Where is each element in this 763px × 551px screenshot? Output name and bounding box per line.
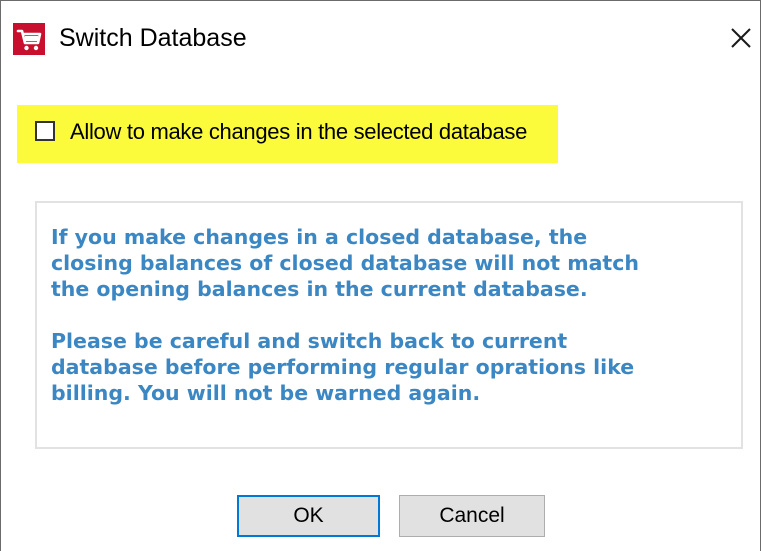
warning-line: If you make changes in a closed database… <box>51 225 588 249</box>
warning-paragraph-2: Please be careful and switch back to cur… <box>51 328 634 406</box>
close-button[interactable] <box>723 19 759 57</box>
warning-line: Please be careful and switch back to cur… <box>51 329 568 353</box>
title-bar: Switch Database <box>1 1 760 79</box>
warning-line: database before performing regular oprat… <box>51 355 635 379</box>
warning-paragraph-1: If you make changes in a closed database… <box>51 224 639 302</box>
ok-button[interactable]: OK <box>237 495 380 537</box>
cancel-button[interactable]: Cancel <box>399 495 545 537</box>
warning-line: billing. You will not be warned again. <box>51 381 481 405</box>
close-icon <box>723 19 759 57</box>
warning-line: closing balances of closed database will… <box>51 251 639 275</box>
warning-line: the opening balances in the current data… <box>51 277 588 301</box>
cart-icon <box>13 23 45 55</box>
switch-database-dialog: Switch Database Allow to make changes in… <box>0 0 761 551</box>
window-title: Switch Database <box>59 24 247 52</box>
allow-changes-checkbox[interactable] <box>35 121 55 141</box>
allow-changes-label[interactable]: Allow to make changes in the selected da… <box>70 118 527 146</box>
